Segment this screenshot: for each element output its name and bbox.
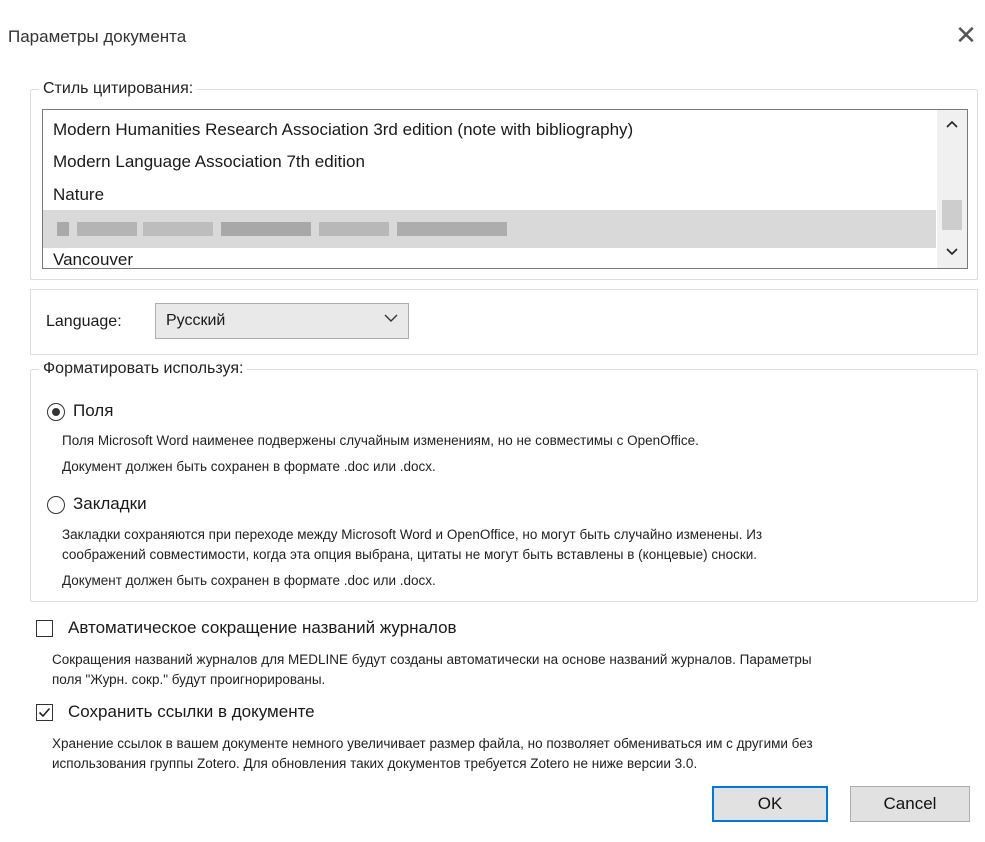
window-title: Параметры документа	[8, 27, 187, 46]
bookmarks-description: соображений совместимости, когда эта опц…	[62, 547, 758, 562]
cancel-button[interactable]: Cancel	[850, 786, 970, 822]
bookmarks-radio-label[interactable]: Закладки	[73, 494, 147, 514]
blurred-text	[57, 222, 69, 236]
blurred-text	[397, 222, 507, 236]
store-checkbox[interactable]	[36, 704, 53, 721]
abbrev-description: Сокращения названий журналов для MEDLINE…	[52, 652, 812, 667]
list-item[interactable]: Modern Humanities Research Association 3…	[53, 120, 633, 140]
close-icon[interactable]: ✕	[953, 22, 979, 48]
fields-radio[interactable]	[47, 403, 65, 421]
title-bar: Параметры документа ✕	[0, 0, 985, 70]
list-scrollbar[interactable]	[937, 110, 967, 268]
radio-dot	[51, 407, 60, 416]
abbrev-checkbox[interactable]	[36, 620, 53, 637]
fields-description: Документ должен быть сохранен в формате …	[62, 459, 436, 474]
scroll-up-icon[interactable]	[937, 112, 967, 142]
blurred-text	[143, 222, 213, 236]
fields-radio-label[interactable]: Поля	[73, 401, 113, 421]
ok-button[interactable]: OK	[712, 786, 828, 822]
list-item[interactable]: Vancouver	[53, 250, 133, 268]
fields-description: Поля Microsoft Word наименее подвержены …	[62, 433, 699, 448]
checkmark-icon	[38, 707, 51, 718]
language-label: Language:	[46, 313, 122, 330]
citation-style-list[interactable]: Modern Humanities Research Association 3…	[42, 109, 968, 269]
chevron-down-icon	[384, 311, 398, 325]
language-select[interactable]: Русский	[155, 303, 409, 339]
format-legend: Форматировать используя:	[43, 360, 244, 377]
store-label[interactable]: Сохранить ссылки в документе	[68, 702, 315, 722]
store-description: использования группы Zotero. Для обновле…	[52, 756, 698, 771]
bookmarks-description: Документ должен быть сохранен в формате …	[62, 573, 436, 588]
citation-style-legend: Стиль цитирования:	[43, 80, 194, 97]
bookmarks-radio[interactable]	[47, 496, 65, 514]
list-item-selected[interactable]	[43, 210, 936, 248]
scroll-down-icon[interactable]	[937, 238, 967, 268]
blurred-text	[77, 222, 137, 236]
blurred-text	[221, 222, 311, 236]
format-group: Форматировать используя:	[30, 360, 978, 602]
blurred-text	[319, 222, 389, 236]
store-description: Хранение ссылок в вашем документе немног…	[52, 736, 813, 751]
abbrev-description: поля "Журн. сокр." будут проигнорированы…	[52, 672, 326, 687]
list-item[interactable]: Modern Language Association 7th edition	[53, 152, 365, 172]
list-item[interactable]: Nature	[53, 185, 104, 205]
abbrev-label[interactable]: Автоматическое сокращение названий журна…	[68, 618, 457, 638]
bookmarks-description: Закладки сохраняются при переходе между …	[62, 527, 763, 542]
language-value: Русский	[166, 312, 226, 329]
scroll-thumb[interactable]	[942, 200, 962, 230]
